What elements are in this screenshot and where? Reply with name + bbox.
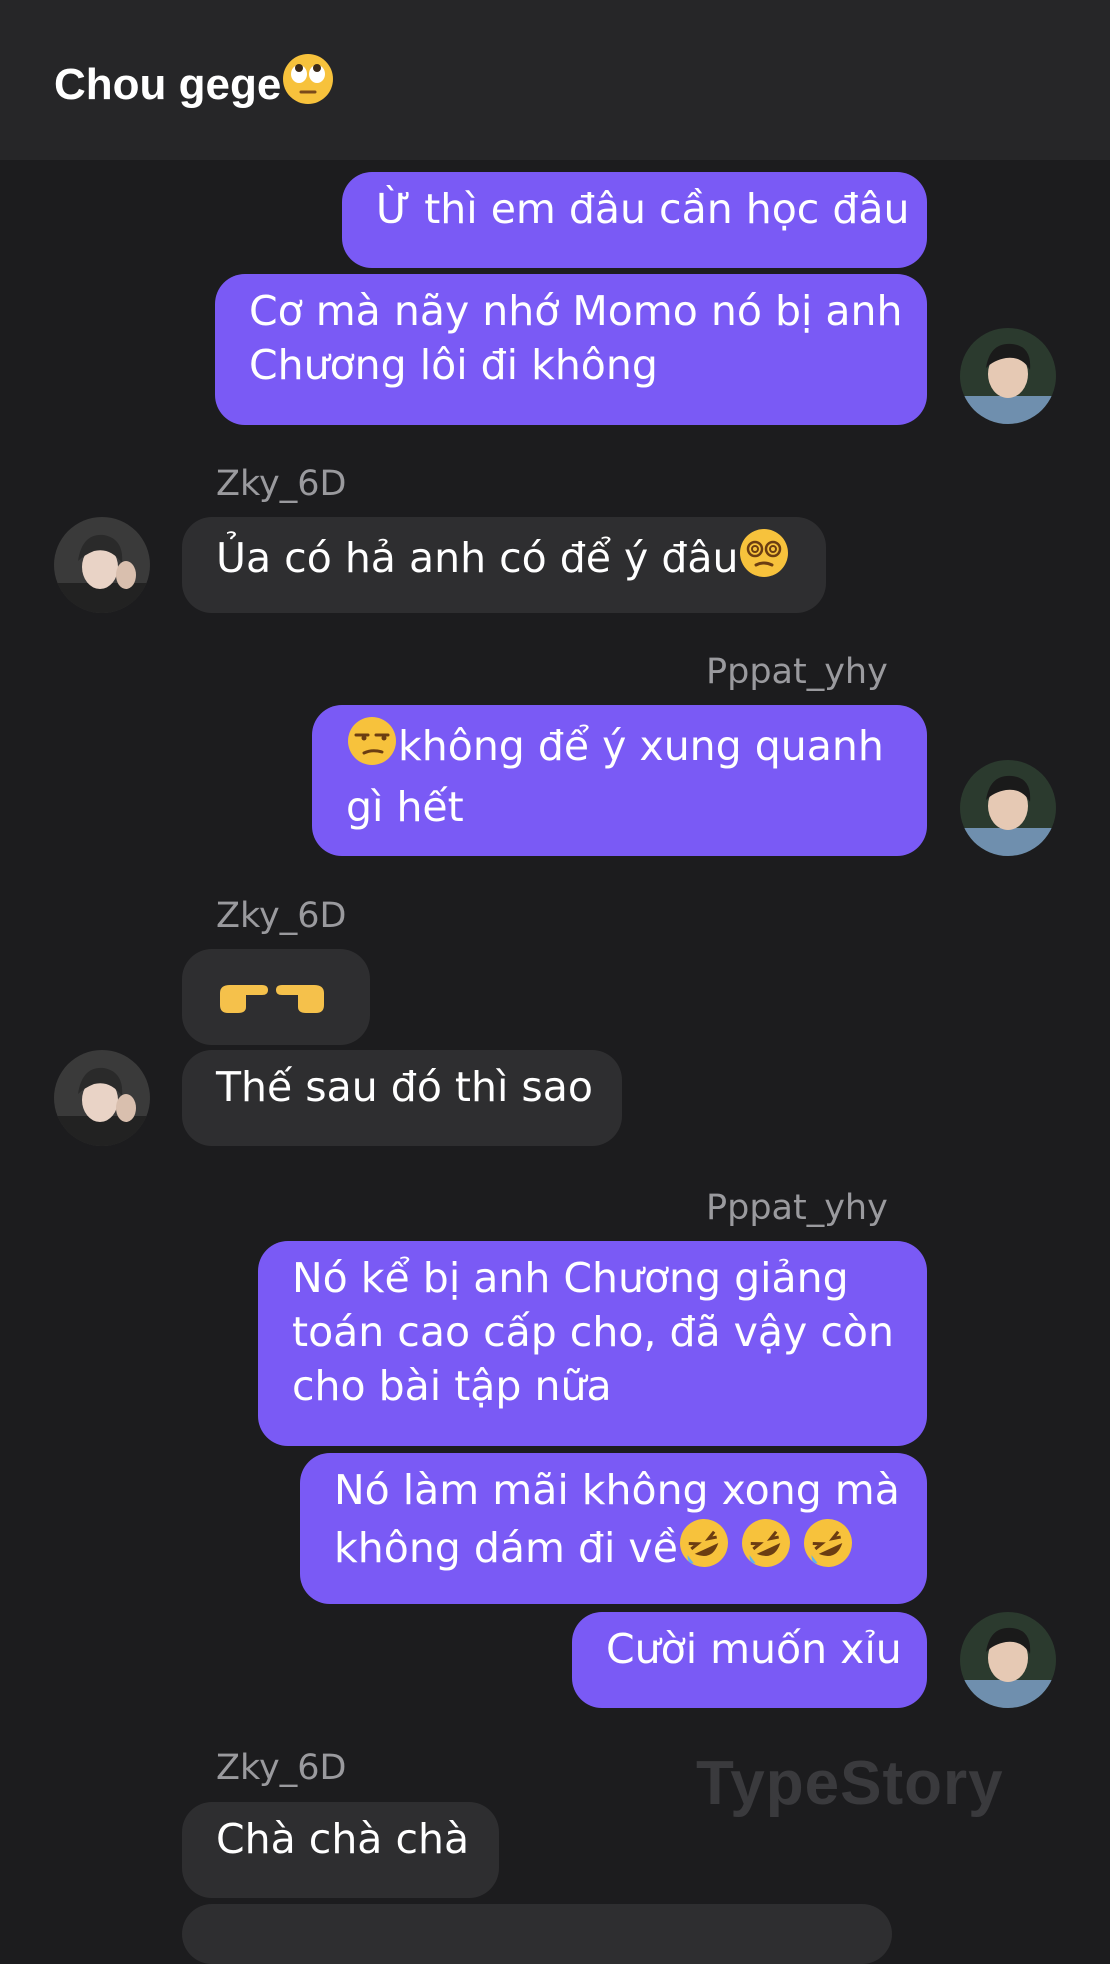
message-text-line: cho bài tập nữa — [292, 1362, 612, 1410]
rofl-emoji-icon — [678, 1517, 730, 1582]
avatar-outgoing[interactable] — [960, 328, 1056, 424]
message-text-line: Cơ mà nãy nhớ Momo nó bị anh — [249, 287, 903, 335]
pointing-right-emoji-icon — [216, 973, 272, 1030]
avatar-outgoing[interactable] — [960, 1612, 1056, 1708]
message-bubble-incoming[interactable]: Chà chà chà — [182, 1802, 499, 1898]
sender-name: Zky_6D — [216, 464, 347, 504]
message-text: Ủa có hả anh có để ý đâu — [216, 534, 739, 582]
message-bubble-outgoing[interactable]: Nó kể bị anh Chương giảng toán cao cấp c… — [258, 1241, 927, 1446]
chat-title[interactable]: Chou gege — [54, 52, 335, 122]
message-text-line: Nó kể bị anh Chương giảng — [292, 1254, 849, 1302]
message-bubble-incoming[interactable]: Ủa có hả anh có để ý đâu — [182, 517, 826, 613]
message-text: Thế sau đó thì sao — [216, 1063, 593, 1111]
message-bubble-outgoing[interactable]: không để ý xung quanh gì hết — [312, 705, 927, 856]
message-text: Chà chà chà — [216, 1815, 470, 1863]
message-bubble-outgoing[interactable]: Cười muốn xỉu — [572, 1612, 927, 1708]
sender-name: Zky_6D — [216, 896, 347, 936]
sender-name: Zky_6D — [216, 1748, 347, 1788]
chat-header: Chou gege — [0, 0, 1110, 160]
chat-title-text: Chou gege — [54, 60, 282, 109]
avatar-incoming[interactable] — [54, 1050, 150, 1146]
pointing-left-emoji-icon — [272, 973, 328, 1030]
rofl-emoji-icon — [802, 1517, 854, 1582]
message-text-line: toán cao cấp cho, đã vậy còn — [292, 1308, 894, 1356]
eye-roll-emoji-icon — [281, 52, 335, 122]
message-bubble-outgoing[interactable]: Nó làm mãi không xong mà không dám đi về — [300, 1453, 927, 1604]
message-bubble-incoming[interactable]: Thế sau đó thì sao — [182, 1050, 622, 1146]
sender-name: Pppat_yhy — [706, 1188, 888, 1228]
message-text-line: không để ý xung quanh — [398, 722, 884, 770]
message-text: Cười muốn xỉu — [606, 1625, 902, 1673]
message-text-line: Nó làm mãi không xong mà — [334, 1466, 900, 1514]
rofl-emoji-icon — [740, 1517, 792, 1582]
message-bubble-incoming[interactable] — [182, 949, 370, 1045]
message-text-line: không dám đi về — [334, 1524, 678, 1572]
message-text-line: gì hết — [346, 783, 464, 831]
avatar-incoming[interactable] — [54, 517, 150, 613]
dizzy-face-emoji-icon — [738, 527, 790, 592]
message-bubble-incoming-partial[interactable] — [182, 1904, 892, 1964]
message-text-line: Chương lôi đi không — [249, 341, 658, 389]
typestory-watermark: TypeStory — [696, 1749, 1004, 1818]
unamused-face-emoji-icon — [346, 715, 398, 780]
avatar-outgoing[interactable] — [960, 760, 1056, 856]
message-bubble-outgoing[interactable]: Ừ thì em đâu cần học đâu — [342, 172, 927, 268]
message-bubble-outgoing[interactable]: Cơ mà nãy nhớ Momo nó bị anh Chương lôi … — [215, 274, 927, 425]
message-text: Ừ thì em đâu cần học đâu — [376, 185, 910, 233]
sender-name: Pppat_yhy — [706, 652, 888, 692]
